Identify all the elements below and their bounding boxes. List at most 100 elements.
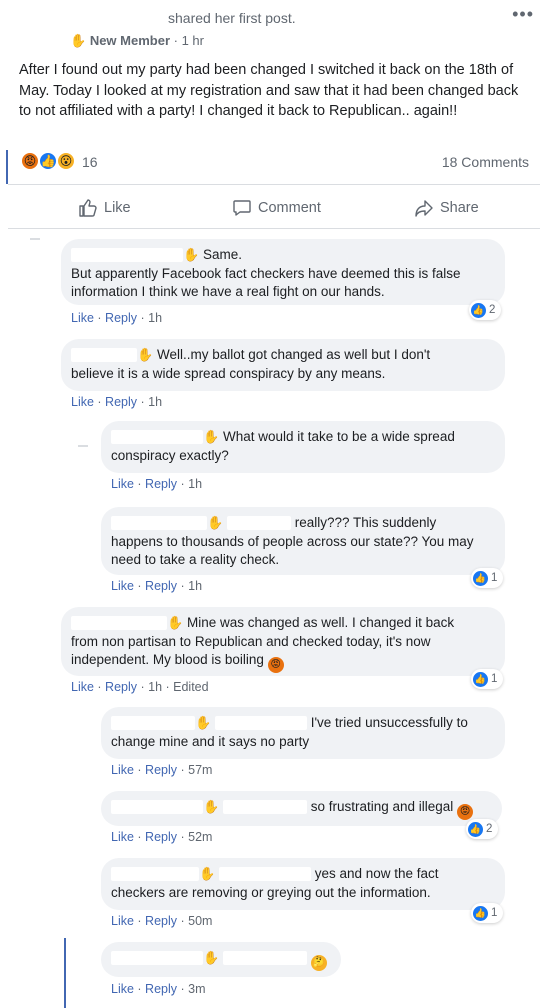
reaction-icons[interactable]: 😡 👍 😮 [20, 151, 80, 173]
new-member-label: New Member [89, 33, 171, 48]
comment-text: Well..my ballot got changed as well but … [156, 347, 431, 362]
comment-reply-link[interactable]: Reply [105, 311, 137, 325]
divider-top [8, 184, 540, 185]
comment-reply-link[interactable]: Reply [145, 763, 177, 777]
comment-text: conspiracy exactly? [111, 447, 229, 463]
comment-like-link[interactable]: Like [111, 579, 134, 593]
comment-text: But apparently Facebook fact checkers ha… [71, 265, 461, 300]
reaction-count[interactable]: 16 [82, 154, 98, 170]
comment-like-badge[interactable]: 👍 2 [469, 300, 502, 320]
comment-text: believe it is a wide spread conspiracy b… [71, 365, 386, 381]
comment-reply-link[interactable]: Reply [145, 914, 177, 928]
like-count: 1 [491, 572, 498, 584]
comment-meta: Like · Reply · 52m [111, 830, 213, 844]
wow-emoji-icon: 😮 [56, 151, 76, 171]
comment-meta: Like · Reply · 50m [111, 914, 213, 928]
share-icon [415, 200, 433, 217]
comment-time[interactable]: · 1h [141, 311, 163, 325]
comment-like-link[interactable]: Like [111, 830, 134, 844]
comment-bubble: ✋ 🤔 [101, 942, 341, 977]
comment-bubble: ✋ yes and now the fact checkers are remo… [101, 858, 505, 910]
comment-like-badge[interactable]: 👍 1 [471, 669, 504, 689]
tagged-name[interactable] [226, 516, 291, 531]
like-emoji-icon: 👍 [38, 151, 58, 171]
comment-text: from non partisan to Republican and chec… [71, 633, 431, 668]
comment-time[interactable]: · 57m [181, 763, 213, 777]
comment-reply-link[interactable]: Reply [145, 830, 177, 844]
share-button[interactable]: Share [414, 196, 479, 220]
comment-time[interactable]: · 1h [181, 477, 203, 491]
comment-like-badge[interactable]: 👍 1 [471, 568, 504, 588]
commenter-name[interactable] [71, 248, 183, 263]
comment-meta: Like · Reply · 1h · Edited [71, 680, 209, 694]
comment-like-link[interactable]: Like [71, 395, 94, 409]
tagged-name[interactable] [218, 867, 311, 882]
comment-text: checkers are removing or greying out the… [111, 884, 431, 900]
comment-like-link[interactable]: Like [71, 680, 94, 694]
comment-icon [233, 200, 251, 216]
thread-accent-bar [64, 938, 66, 1008]
angry-emoji-icon: 😡 [20, 151, 40, 171]
commenter-name[interactable] [111, 800, 203, 815]
comment-reply-link[interactable]: Reply [105, 680, 137, 694]
new-member-hand-icon: ✋ [167, 615, 184, 630]
comment-time[interactable]: · 1h · Edited [141, 680, 209, 694]
member-badge: ✋ New Member · 1 hr [70, 33, 204, 49]
commenter-name[interactable] [111, 430, 203, 445]
comments-count[interactable]: 18 Comments [442, 154, 529, 170]
new-member-hand-icon: ✋ [203, 429, 220, 444]
thinking-emoji-icon: 🤔 [310, 955, 327, 971]
more-options-icon[interactable]: ••• [512, 4, 534, 25]
comment-like-link[interactable]: Like [111, 982, 134, 996]
comment-meta: Like · Reply · 1h [111, 477, 203, 491]
comment-time[interactable]: · 1h [141, 395, 163, 409]
comment-reply-link[interactable]: Reply [145, 982, 177, 996]
comment-text: Same. [202, 247, 242, 262]
post-body: After I found out my party had been chan… [19, 62, 519, 119]
comment-time[interactable]: · 3m [181, 982, 206, 996]
comment-reply-link[interactable]: Reply [145, 579, 177, 593]
commenter-name[interactable] [71, 616, 167, 631]
comment-time[interactable]: · 52m [181, 830, 213, 844]
comment-like-badge[interactable]: 👍 2 [466, 819, 499, 839]
comment-like-link[interactable]: Like [71, 311, 94, 325]
tagged-name[interactable] [222, 951, 307, 966]
comment-button[interactable]: Comment [232, 196, 321, 220]
like-badge-icon: 👍 [473, 570, 488, 586]
like-badge-icon: 👍 [468, 821, 483, 837]
new-member-hand-icon: ✋ [70, 33, 87, 48]
tagged-name[interactable] [214, 716, 307, 731]
tagged-name[interactable] [222, 800, 307, 815]
comment-text: really??? This suddenly [294, 515, 437, 530]
shared-post-text: shared her first post. [168, 10, 296, 26]
commenter-name[interactable] [111, 951, 203, 966]
avatar[interactable] [30, 238, 40, 240]
commenter-name[interactable] [111, 867, 199, 882]
like-button[interactable]: Like [78, 196, 131, 220]
like-count: 2 [486, 823, 493, 835]
like-count: 1 [491, 673, 498, 685]
new-member-hand-icon: ✋ [207, 515, 224, 530]
comment-like-link[interactable]: Like [111, 477, 134, 491]
avatar[interactable] [78, 445, 88, 447]
comment-time[interactable]: · 1h [181, 579, 203, 593]
comment-like-badge[interactable]: 👍 1 [471, 903, 504, 923]
left-accent-bar [6, 150, 8, 184]
comment-reply-link[interactable]: Reply [145, 477, 177, 491]
commenter-name[interactable] [71, 348, 137, 363]
comment-bubble: ✋ really??? This suddenly happens to tho… [101, 507, 505, 575]
comment-meta: Like · Reply · 57m [111, 763, 213, 777]
comment-like-link[interactable]: Like [111, 914, 134, 928]
post-time[interactable]: · 1 hr [174, 33, 204, 48]
comment-text: yes and now the fact [314, 866, 439, 881]
angry-emoji-icon: 😡 [267, 657, 284, 673]
new-member-hand-icon: ✋ [203, 799, 220, 814]
commenter-name[interactable] [111, 516, 207, 531]
comment-reply-link[interactable]: Reply [105, 395, 137, 409]
comment-time[interactable]: · 50m [181, 914, 213, 928]
commenter-name[interactable] [111, 716, 195, 731]
comment-like-link[interactable]: Like [111, 763, 134, 777]
comment-bubble: ✋ so frustrating and illegal 😡 [101, 791, 502, 826]
like-button-label: Like [104, 200, 131, 216]
like-badge-icon: 👍 [473, 671, 488, 687]
